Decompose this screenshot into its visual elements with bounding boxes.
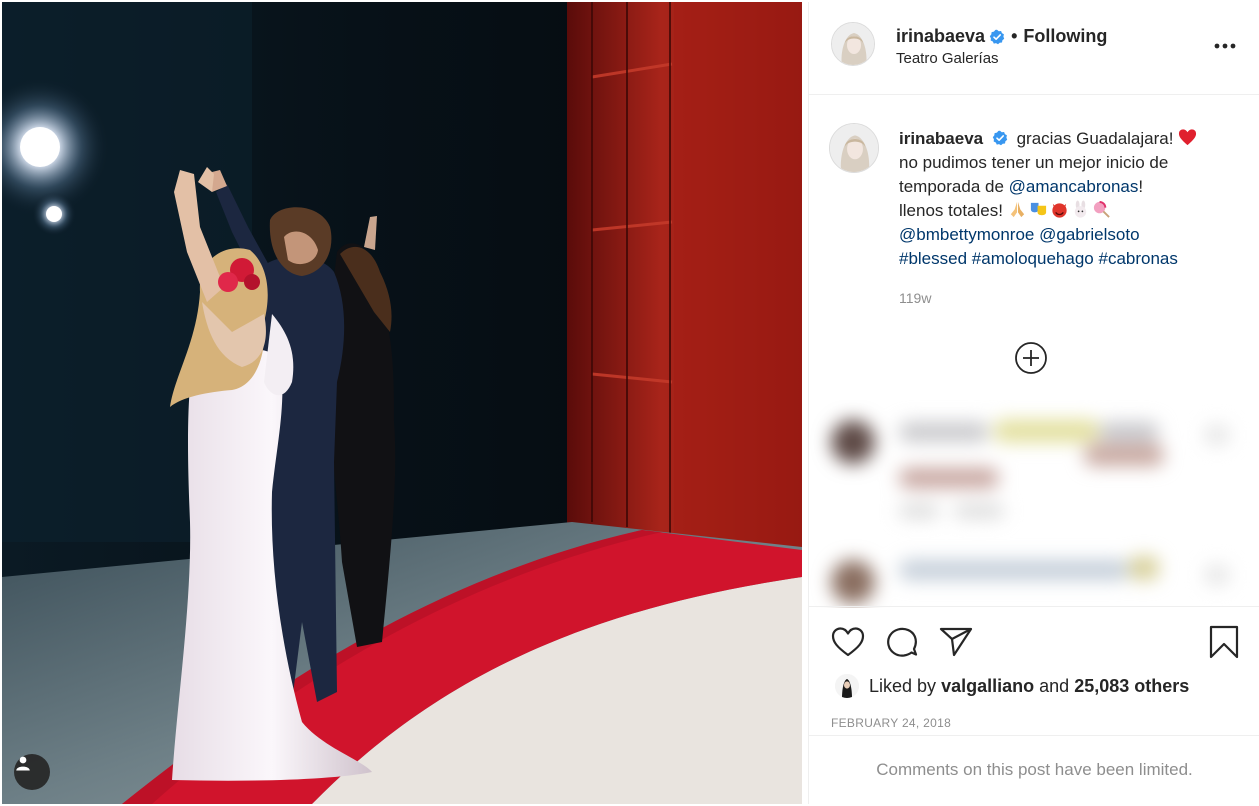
- post-actions: Liked by valgalliano and 25,083 others F…: [809, 606, 1259, 736]
- rabbit-face-emoji-icon: [1074, 200, 1086, 218]
- paper-plane-icon: [939, 627, 973, 657]
- liked-by-middle: and: [1039, 675, 1070, 696]
- separator-dot: •: [1011, 26, 1018, 46]
- blurred-comments: [809, 400, 1259, 608]
- likes-count[interactable]: 25,083 others: [1074, 676, 1189, 697]
- author-username[interactable]: irinabaeva: [896, 26, 985, 47]
- load-more-comments-button[interactable]: [1014, 341, 1048, 375]
- verified-badge-icon: [989, 29, 1005, 44]
- likes-summary: Liked by valgalliano and 25,083 others: [835, 674, 1189, 698]
- mention-amancabronas[interactable]: @amancabronas: [1009, 177, 1139, 196]
- caption-text-4: llenos totales!: [899, 201, 1003, 220]
- post-header: irinabaeva • Following Teatro Galerías: [809, 2, 1259, 95]
- liker-avatar[interactable]: [835, 674, 859, 698]
- heart-icon: [831, 627, 865, 657]
- comments-limited-notice: Comments on this post have been limited.: [809, 735, 1259, 804]
- caption-avatar[interactable]: [829, 123, 879, 173]
- bookmark-icon: [1209, 625, 1239, 659]
- comment-icon: [887, 627, 918, 657]
- hashtag-blessed[interactable]: #blessed: [899, 249, 967, 268]
- author-avatar[interactable]: [831, 22, 875, 66]
- save-button[interactable]: [1205, 623, 1243, 661]
- liked-by-prefix: Liked by: [869, 675, 937, 696]
- red-heart-emoji-icon: [1179, 129, 1197, 146]
- following-button[interactable]: Following: [1023, 26, 1107, 47]
- share-button[interactable]: [937, 623, 975, 661]
- hashtag-cabronas[interactable]: #cabronas: [1098, 249, 1177, 268]
- caption-username[interactable]: irinabaeva: [899, 129, 983, 148]
- hashtag-amoloquehago[interactable]: #amoloquehago: [972, 249, 1094, 268]
- post-side-panel: irinabaeva • Following Teatro Galerías i…: [808, 2, 1259, 804]
- post-photo[interactable]: [2, 2, 802, 804]
- caption-text-1: gracias Guadalajara!: [1016, 129, 1174, 148]
- verified-badge-icon: [992, 130, 1008, 146]
- post-caption: irinabaeva gracias Guadalajara! no pudim…: [899, 127, 1239, 271]
- praying-hands-emoji-icon: [1010, 201, 1024, 218]
- stage-image: [2, 2, 802, 804]
- plus-circle-icon: [1015, 342, 1047, 374]
- comment-button[interactable]: [883, 623, 921, 661]
- lollipop-emoji-icon: [1093, 200, 1110, 218]
- performing-arts-emoji-icon: [1030, 202, 1046, 216]
- like-button[interactable]: [829, 623, 867, 661]
- liker-username[interactable]: valgalliano: [941, 676, 1034, 697]
- smiling-devil-emoji-icon: [1052, 203, 1067, 218]
- post-date[interactable]: FEBRUARY 24, 2018: [831, 716, 951, 730]
- mention-gabrielsoto[interactable]: @gabrielsoto: [1039, 225, 1139, 244]
- post-age[interactable]: 119w: [899, 290, 931, 306]
- caption-text-3: !: [1138, 177, 1144, 196]
- author-info: irinabaeva • Following: [896, 26, 1107, 47]
- more-options-icon: [1214, 43, 1236, 49]
- user-tag-button[interactable]: [14, 754, 50, 790]
- mention-bmbettymonroe[interactable]: @bmbettymonroe: [899, 225, 1034, 244]
- location-link[interactable]: Teatro Galerías: [896, 50, 999, 67]
- more-options-button[interactable]: [1212, 36, 1238, 56]
- user-tag-icon: [16, 756, 30, 771]
